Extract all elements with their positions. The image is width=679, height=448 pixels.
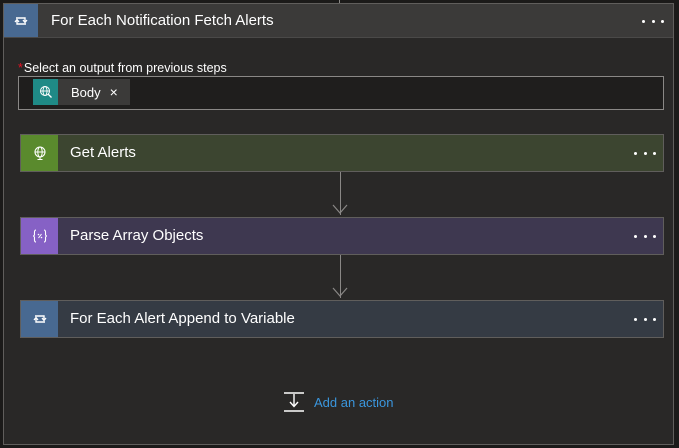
loop-icon [21,301,58,337]
foreach-scope-header[interactable]: For Each Notification Fetch Alerts [4,4,673,38]
add-action-label[interactable]: Add an action [314,395,394,410]
select-output-label: *Select an output from previous steps [18,61,227,75]
step-title: Get Alerts [70,144,136,161]
json-braces-icon [21,218,58,254]
arrow-down-icon [332,204,348,214]
arrow-down-icon [332,287,348,297]
foreach-scope-card: For Each Notification Fetch Alerts *Sele… [3,3,674,445]
step-parse-array-objects[interactable]: Parse Array Objects [20,217,664,255]
more-options-icon[interactable] [634,143,656,163]
more-options-icon[interactable] [642,11,664,31]
token-label: Body [71,84,101,100]
step-for-each-alert[interactable]: For Each Alert Append to Variable [20,300,664,338]
loop-icon [4,4,38,37]
more-options-icon[interactable] [634,226,656,246]
insert-action-icon [284,392,304,412]
more-options-icon[interactable] [634,309,656,329]
foreach-scope-title: For Each Notification Fetch Alerts [51,12,274,29]
close-icon[interactable]: × [110,85,118,99]
add-action-button[interactable]: Add an action [282,389,394,415]
select-output-field[interactable]: Body × [18,76,664,110]
step-title: For Each Alert Append to Variable [70,310,295,327]
step-title: Parse Array Objects [70,227,204,244]
body-token[interactable]: Body × [33,79,130,105]
step-get-alerts[interactable]: Get Alerts [20,134,664,172]
globe-icon [21,135,58,171]
http-globe-icon [33,79,58,105]
